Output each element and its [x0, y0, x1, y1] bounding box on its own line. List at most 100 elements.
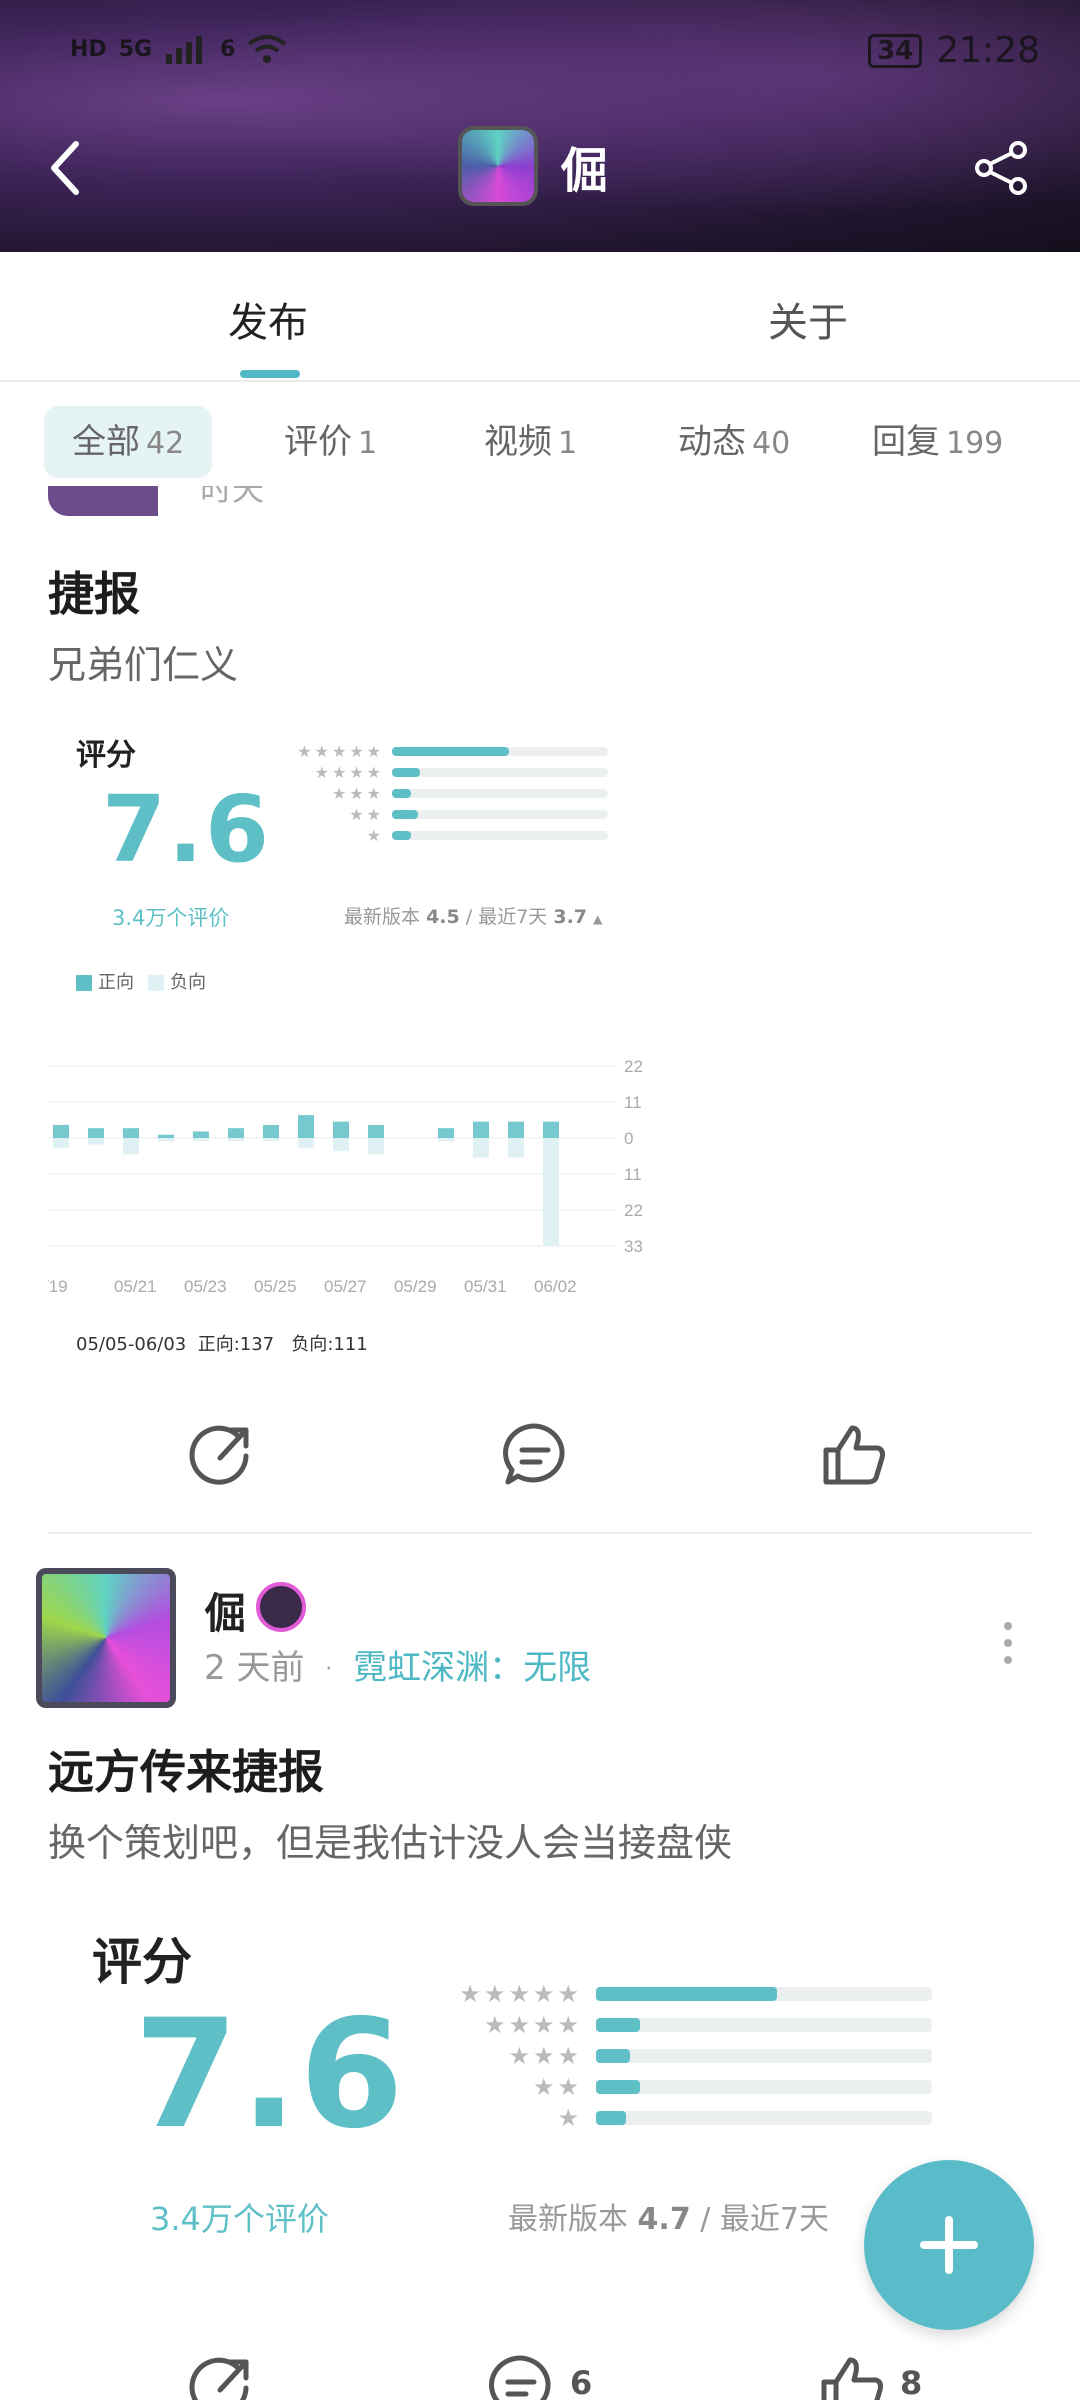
- more-options-icon[interactable]: [998, 1618, 1018, 1668]
- rating-row-1-stars: ★: [402, 2104, 932, 2132]
- rating-bar-fill: [392, 768, 420, 777]
- partial-author-text: 时天: [200, 486, 265, 508]
- rating-bar-fill: [596, 2080, 640, 2094]
- negative-bar: [158, 1138, 174, 1142]
- star-icon: ★★: [349, 805, 384, 824]
- negative-swatch: [148, 975, 164, 991]
- post-body[interactable]: 兄弟们仁义: [48, 634, 238, 689]
- avatar[interactable]: [36, 1568, 176, 1708]
- post-actions: 6 8: [0, 2352, 1080, 2400]
- rating-trend-chart[interactable]: 22 11 0 11 22 33/19 05/21 05/23 05/25 05/27 05/29 0…: [48, 1026, 668, 1306]
- filter-replies[interactable]: 回复 199: [844, 406, 1031, 478]
- post-title[interactable]: 捷报: [48, 558, 140, 624]
- profile-name: 倔: [560, 143, 609, 199]
- legend-positive: 正向: [76, 968, 134, 994]
- post-body[interactable]: 换个策划吧，但是我估计没人会当接盘侠: [48, 1812, 732, 1867]
- positive-label: 正向: [197, 1334, 234, 1355]
- post-divider: [48, 1532, 1032, 1534]
- negative-bar: [263, 1138, 279, 1142]
- avatar[interactable]: [48, 486, 158, 516]
- rating-count: 3.4万个评价: [150, 2200, 329, 2238]
- negative-bar: [193, 1138, 209, 1142]
- x-tick-label: 05/21: [114, 1277, 157, 1296]
- comment-icon[interactable]: [486, 2352, 556, 2400]
- filter-all[interactable]: 全部 42: [44, 406, 213, 478]
- chart-footer: 05/05-06/03 正向:137 负向:111: [76, 1334, 368, 1355]
- rating-bar: [596, 1987, 932, 2001]
- rating-card[interactable]: 评分 7.6 3.4万个评价 ★★★★★ ★★★★ ★★★ ★★ ★ 最新版本 4.7 …: [48, 1898, 988, 2278]
- rating-bar-fill: [596, 1987, 777, 2001]
- rating-card[interactable]: 评分 7.6 3.4万个评价 ★★★★★ ★★★★ ★★★ ★★ ★ 最新版本 4.5 …: [48, 706, 658, 930]
- star-icon: ★★★★: [483, 2011, 582, 2039]
- positive-bar: [88, 1128, 104, 1138]
- rating-bar: [392, 789, 608, 798]
- version-score: 4.7: [637, 2202, 691, 2237]
- clock: 21:28: [936, 30, 1040, 71]
- y-tick-label: 22: [624, 1057, 643, 1076]
- version-info: 最新版本 4.5 / 最近7天 3.7 ▲: [344, 906, 603, 928]
- chart-legend: 正向 负向: [76, 968, 206, 994]
- rating-bar: [596, 2111, 932, 2125]
- y-tick-label: 0: [624, 1129, 633, 1148]
- tab-about[interactable]: 关于: [768, 290, 848, 348]
- like-count: 8: [900, 2364, 923, 2400]
- trend-up-icon: ▲: [593, 912, 603, 926]
- profile-title[interactable]: 倔: [458, 126, 608, 206]
- y-tick-label: 11: [624, 1093, 642, 1112]
- positive-bar: [368, 1124, 384, 1138]
- main-tabs: 发布 关于: [0, 252, 1080, 382]
- share-out-icon[interactable]: [188, 2352, 258, 2400]
- rating-bar-fill: [392, 747, 509, 756]
- post-actions: [0, 1420, 1080, 1510]
- negative-bar: [438, 1138, 454, 1142]
- positive-bar: [508, 1121, 524, 1138]
- profile-header: HD 5G 6 34 21:28 倔: [0, 0, 1080, 252]
- rating-bar: [392, 810, 608, 819]
- filter-label: 视频: [484, 422, 552, 462]
- share-out-icon[interactable]: [188, 1420, 258, 1490]
- rating-row-2-stars: ★★: [402, 2073, 932, 2101]
- rating-bar: [392, 831, 608, 840]
- filter-reviews[interactable]: 评价 1: [256, 406, 405, 478]
- post-title[interactable]: 远方传来捷报: [48, 1736, 324, 1802]
- rating-row-3-stars: ★★★: [402, 2042, 932, 2070]
- positive-bar: [158, 1134, 174, 1138]
- filter-count: 42: [146, 426, 185, 461]
- signal-icon: [166, 36, 203, 64]
- positive-bar: [193, 1131, 209, 1138]
- y-tick-label: 11: [624, 1165, 642, 1184]
- author-name[interactable]: 倔: [204, 1580, 246, 1641]
- rating-bar-fill: [392, 789, 411, 798]
- feed[interactable]: 时天 捷报 兄弟们仁义 评分 7.6 3.4万个评价 ★★★★★ ★★★★ ★★★ ★…: [0, 486, 1080, 2400]
- status-right: 34 21:28: [868, 30, 1040, 71]
- game-link[interactable]: 霓虹深渊：无限: [353, 1648, 591, 1688]
- avatar[interactable]: [458, 126, 538, 206]
- thumbs-up-icon[interactable]: [820, 1420, 890, 1490]
- version-label: 最新版本: [344, 906, 421, 928]
- filter-videos[interactable]: 视频 1: [456, 406, 605, 478]
- create-post-button[interactable]: [864, 2160, 1034, 2330]
- legend-negative: 负向: [148, 968, 206, 994]
- rating-bar-fill: [392, 831, 411, 840]
- legend-positive-label: 正向: [98, 972, 134, 993]
- negative-bar: [53, 1138, 69, 1148]
- positive-bar: [473, 1121, 489, 1138]
- star-icon: ★★★★★: [297, 742, 384, 761]
- comment-icon[interactable]: [500, 1420, 570, 1490]
- recent-score: 3.7: [553, 906, 588, 928]
- status-indicators: HD 5G 6: [70, 34, 287, 64]
- x-tick-label: 06/02: [534, 1277, 577, 1296]
- y-tick-label: 33: [624, 1237, 643, 1256]
- rating-score: 7.6: [102, 776, 271, 883]
- negative-total: 111: [333, 1334, 368, 1355]
- x-tick-label: 05/27: [324, 1277, 367, 1296]
- comment-count: 6: [570, 2364, 593, 2400]
- star-icon: ★★★★★: [459, 1980, 582, 2008]
- tab-publish[interactable]: 发布: [228, 290, 308, 348]
- back-arrow-icon[interactable]: [46, 138, 86, 198]
- x-tick-label: /19: [48, 1277, 68, 1296]
- share-icon[interactable]: [974, 140, 1030, 196]
- filter-moments[interactable]: 动态 40: [650, 406, 818, 478]
- rating-row-1-stars: ★: [274, 826, 608, 845]
- thumbs-up-icon[interactable]: [818, 2352, 888, 2400]
